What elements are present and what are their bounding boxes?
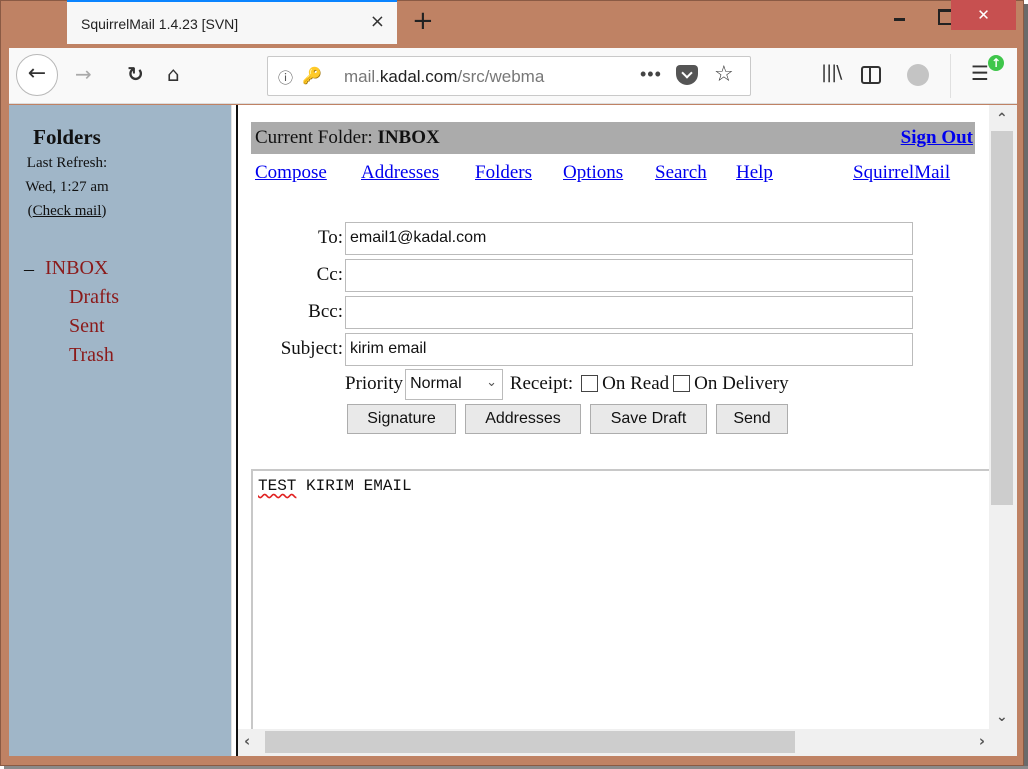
horizontal-scrollbar[interactable]: ‹ › bbox=[238, 729, 1017, 756]
bcc-label: Bcc: bbox=[308, 301, 343, 322]
sidebar-toggle-icon[interactable] bbox=[861, 66, 881, 84]
scroll-right-icon[interactable]: › bbox=[979, 732, 985, 750]
page-actions-icon[interactable]: ••• bbox=[640, 64, 662, 85]
current-folder: Current Folder: INBOX bbox=[255, 127, 440, 149]
folder-drafts[interactable]: Drafts bbox=[69, 286, 119, 309]
priority-value: Normal bbox=[410, 375, 462, 392]
collapse-toggle[interactable]: – bbox=[24, 258, 34, 281]
paren-close: ) bbox=[101, 203, 107, 219]
browser-tab[interactable]: SquirrelMail 1.4.23 [SVN] × bbox=[67, 0, 397, 44]
vertical-scrollbar[interactable]: ⌃ ⌄ bbox=[989, 105, 1017, 729]
nav-addresses[interactable]: Addresses bbox=[361, 162, 439, 184]
url-bar[interactable]: ⓘ 🔑 mail.kadal.com/src/webma ••• ☆ bbox=[267, 56, 751, 96]
hamburger-menu-icon[interactable]: ☰ bbox=[971, 61, 989, 85]
scroll-down-icon[interactable]: ⌄ bbox=[996, 709, 1008, 725]
tab-title: SquirrelMail 1.4.23 [SVN] bbox=[81, 16, 239, 32]
chevron-down-icon: ⌄ bbox=[486, 375, 498, 390]
nav-search[interactable]: Search bbox=[655, 162, 707, 184]
key-icon[interactable]: 🔑 bbox=[302, 66, 322, 85]
nav-compose[interactable]: Compose bbox=[255, 162, 327, 184]
nav-help[interactable]: Help bbox=[736, 162, 773, 184]
receipt-label: Receipt: bbox=[509, 372, 574, 394]
on-delivery-checkbox[interactable] bbox=[673, 374, 691, 392]
frame-divider[interactable] bbox=[231, 105, 238, 756]
toolbar-separator bbox=[950, 54, 951, 98]
to-input[interactable]: email1@kadal.com bbox=[345, 222, 913, 255]
info-icon[interactable]: ⓘ bbox=[278, 67, 293, 88]
current-folder-bar: Current Folder: INBOX Sign Out bbox=[251, 122, 975, 154]
priority-select[interactable]: Normal ⌄ bbox=[405, 369, 504, 400]
home-icon[interactable]: ⌂ bbox=[167, 62, 180, 86]
squirrelmail-link[interactable]: SquirrelMail bbox=[853, 162, 950, 184]
new-tab-icon[interactable]: + bbox=[412, 6, 434, 36]
bcc-input[interactable] bbox=[345, 296, 913, 329]
addresses-button[interactable]: Addresses bbox=[465, 404, 581, 434]
bookmark-star-icon[interactable]: ☆ bbox=[714, 62, 734, 87]
on-read-label: On Read bbox=[602, 372, 670, 394]
window-close-button[interactable]: ✕ bbox=[951, 0, 1016, 30]
priority-label: Priority bbox=[345, 372, 404, 394]
save-draft-button[interactable]: Save Draft bbox=[590, 404, 707, 434]
last-refresh-time: Wed, 1:27 am bbox=[25, 179, 109, 195]
on-delivery-label: On Delivery bbox=[694, 372, 789, 394]
cc-input[interactable] bbox=[345, 259, 913, 292]
folders-title: Folders bbox=[33, 125, 101, 149]
tab-close-icon[interactable]: × bbox=[370, 11, 385, 32]
update-badge-icon: ↑ bbox=[988, 55, 1004, 71]
to-label: To: bbox=[317, 227, 343, 248]
folder-trash[interactable]: Trash bbox=[69, 344, 114, 367]
globe-icon[interactable] bbox=[907, 64, 929, 86]
folder-inbox[interactable]: INBOX bbox=[45, 257, 108, 280]
current-folder-label: Current Folder: bbox=[255, 127, 378, 148]
nav-options[interactable]: Options bbox=[563, 162, 623, 184]
signature-button[interactable]: Signature bbox=[347, 404, 456, 434]
check-mail-link[interactable]: Check mail bbox=[33, 203, 102, 219]
on-read-checkbox[interactable] bbox=[581, 374, 599, 392]
navigation-toolbar: ← → ↻ ⌂ ⓘ 🔑 mail.kadal.com/src/webma •••… bbox=[9, 48, 1017, 104]
vertical-scroll-thumb[interactable] bbox=[991, 131, 1013, 505]
horizontal-scroll-thumb[interactable] bbox=[265, 731, 795, 753]
scroll-left-icon[interactable]: ‹ bbox=[244, 732, 250, 750]
message-body-textarea[interactable]: TEST KIRIM EMAIL bbox=[251, 469, 989, 729]
url-path: /src/webma bbox=[457, 67, 545, 86]
folder-sent[interactable]: Sent bbox=[69, 315, 105, 338]
nav-folders[interactable]: Folders bbox=[475, 162, 532, 184]
url-text: mail.kadal.com/src/webma bbox=[344, 67, 564, 87]
subject-label: Subject: bbox=[280, 338, 343, 359]
body-text: KIRIM EMAIL bbox=[296, 477, 412, 495]
cc-label: Cc: bbox=[316, 264, 343, 285]
url-prefix: mail. bbox=[344, 67, 380, 86]
minimize-button[interactable] bbox=[880, 0, 920, 30]
current-folder-name: INBOX bbox=[377, 127, 440, 148]
window-shadow bbox=[1024, 4, 1028, 769]
send-button[interactable]: Send bbox=[716, 404, 788, 434]
compose-options: Priority Normal ⌄ Receipt: On Read On Delive… bbox=[345, 369, 789, 400]
scroll-up-icon[interactable]: ⌃ bbox=[996, 111, 1008, 127]
sign-out-link[interactable]: Sign Out bbox=[901, 127, 973, 149]
check-mail: (Check mail) bbox=[0, 203, 134, 220]
subject-input[interactable]: kirim email bbox=[345, 333, 913, 366]
compose-frame: Current Folder: INBOX Sign Out Compose A… bbox=[238, 105, 989, 729]
url-domain: kadal.com bbox=[379, 67, 458, 86]
reload-icon[interactable]: ↻ bbox=[127, 62, 144, 86]
last-refresh-label: Last Refresh: bbox=[26, 155, 108, 171]
library-icon[interactable]: |||\ bbox=[821, 62, 842, 83]
back-arrow-icon[interactable]: ← bbox=[16, 54, 58, 96]
forward-arrow-icon[interactable]: → bbox=[75, 62, 92, 86]
misspelled-word: TEST bbox=[258, 477, 297, 495]
pocket-icon[interactable] bbox=[676, 65, 698, 85]
